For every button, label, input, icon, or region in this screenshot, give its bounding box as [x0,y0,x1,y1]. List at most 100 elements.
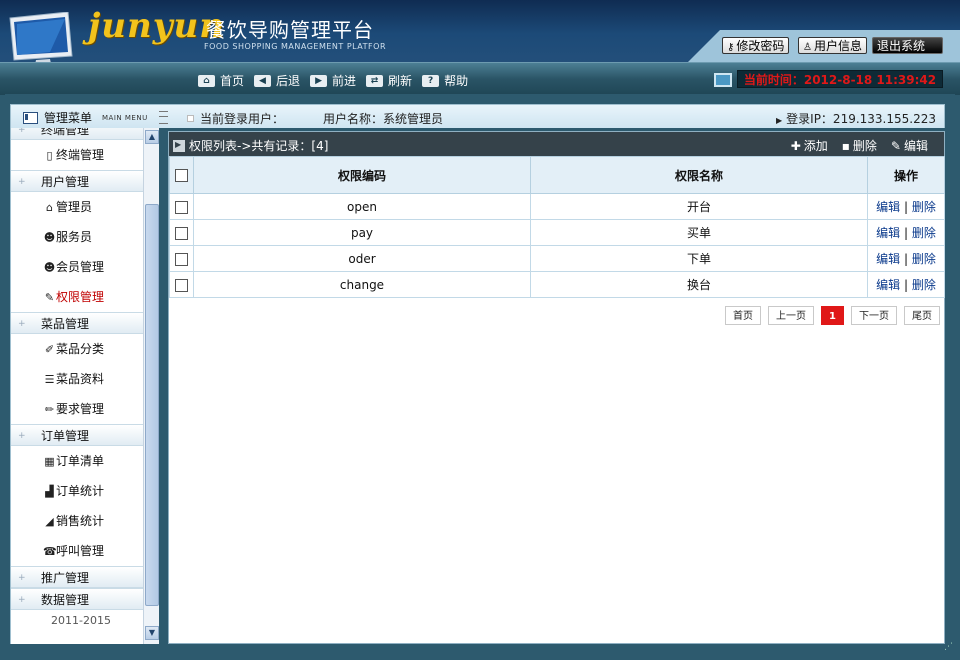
edit-button[interactable]: ✎ 编辑 [891,137,928,154]
nav-forward[interactable]: ▶ 前进 [310,72,356,89]
sidebar-group-terminal[interactable]: 终端管理 [11,128,143,141]
permission-code: oder [193,245,531,272]
tag-icon: ✐ [44,343,55,356]
key-icon: ⚷ [727,42,735,53]
sidebar-item-label: 订单清单 [56,454,105,468]
select-all-checkbox[interactable] [175,169,188,182]
sidebar-group-promotion[interactable]: 推广管理 [11,566,143,589]
row-delete-link[interactable]: 删除 [912,200,936,214]
permission-name: 买单 [530,219,868,246]
app-header: junyun 餐饮导购管理平台 FOOD SHOPPING MANAGEMENT… [0,0,960,62]
sidebar-item-admins[interactable]: ⌂ 管理员 [11,192,143,222]
sidebar-item-requirements[interactable]: ✏ 要求管理 [11,394,143,424]
scroll-up-icon[interactable]: ▲ [145,130,159,144]
row-checkbox[interactable] [175,226,188,240]
sidebar-group-dishes[interactable]: 菜品管理 [11,312,143,335]
play-icon [173,139,185,152]
row-checkbox[interactable] [175,252,188,266]
column-header[interactable]: 权限编码 [193,156,531,194]
row-edit-link[interactable]: 编辑 [876,200,900,214]
table-row: open 开台 编辑 | 删除 [169,193,945,220]
current-user: 当前登录用户： [187,110,284,127]
sidebar-scrollbar[interactable]: ▲ ▼ [143,128,159,644]
home-icon: ⌂ [46,201,53,214]
add-button[interactable]: ✚ 添加 [791,137,828,154]
refresh-icon: ⇄ [366,74,384,87]
sidebar-item-label: 要求管理 [56,402,105,416]
bullet-icon [187,115,194,122]
nav-home[interactable]: ⌂ 首页 [198,72,244,89]
resize-grip-icon[interactable]: ⋰ [944,642,954,652]
scroll-down-icon[interactable]: ▼ [145,626,159,640]
sidebar-item-permissions[interactable]: ✎ 权限管理 [11,282,143,312]
permission-name: 换台 [530,271,868,298]
sidebar-item-calls[interactable]: ☎呼叫管理 [11,536,143,566]
op-separator: | [903,200,909,214]
last-page-button[interactable]: 尾页 [904,306,940,325]
row-checkbox[interactable] [175,200,188,214]
nav-help[interactable]: ? 帮助 [422,72,468,89]
scrollbar-thumb[interactable] [145,204,159,606]
sidebar-item-members[interactable]: ☻会员管理 [11,252,143,282]
home-icon: ⌂ [198,74,215,87]
row-checkbox[interactable] [175,278,188,292]
first-page-button[interactable]: 首页 [725,306,762,325]
sidebar-item-terminal[interactable]: ▯ 终端管理 [11,140,143,170]
prev-page-button[interactable]: 上一页 [768,306,815,325]
permissions-table: 权限编码 权限名称 操作 open 开台 编辑 | 删除 pay 买单 编辑 |… [169,156,945,298]
delete-button[interactable]: ▪ 删除 [842,137,877,154]
row-edit-link[interactable]: 编辑 [876,226,900,240]
nav-back[interactable]: ◀ 后退 [254,72,300,89]
sidebar-item-dish-info[interactable]: ☰ 菜品资料 [11,364,143,394]
phone-icon: ☎ [43,545,57,558]
nav-bar: ⌂ 首页 ◀ 后退 ▶ 前进 ⇄ 刷新 ? 帮助 当前时间：2012-8-18 11:39… [0,62,960,95]
row-operations: 编辑 | 删除 [867,271,945,298]
row-edit-link[interactable]: 编辑 [876,278,900,292]
menu-title-label: 管理菜单 [44,111,93,125]
permission-code: change [193,271,531,298]
next-page-button[interactable]: 下一页 [851,306,897,325]
op-separator: | [903,226,909,240]
sidebar-item-order-stats[interactable]: ▟ 订单统计 [11,476,143,506]
screen-icon [714,73,732,87]
sidebar-item-label: 服务员 [56,230,93,244]
table-header-row: 权限编码 权限名称 操作 [169,156,945,194]
permission-name: 下单 [530,245,868,272]
sidebar-item-label: 终端管理 [56,148,105,162]
sidebar: 终端管理 ▯终端管理 用户管理 ⌂管理员 ☻服务员 ☻会员管理 ✎权限管理 菜品… [10,128,159,644]
row-delete-link[interactable]: 删除 [912,278,936,292]
logout-button[interactable]: 退出系统 [872,37,943,54]
login-ip: ▶ 登录IP：219.133.155.223 [776,110,936,127]
add-label: 添加 [803,139,828,153]
arrow-left-icon: ◀ [254,74,272,87]
edit-label: 编辑 [903,139,928,153]
sidebar-group-users[interactable]: 用户管理 [11,170,143,193]
change-password-button[interactable]: ⚷ 修改密码 [722,37,790,54]
pencil-icon: ✎ [890,138,901,153]
collapse-handle-icon[interactable] [159,111,168,124]
main-panel: 权限列表->共有记录：[4] ✚添加 ▪删除 ✎编辑 权限编码 权限名称 操作 … [168,131,945,644]
row-edit-link[interactable]: 编辑 [876,252,900,266]
nav-items: ⌂ 首页 ◀ 后退 ▶ 前进 ⇄ 刷新 ? 帮助 [198,72,468,89]
sidebar-item-order-list[interactable]: ▦订单清单 [11,446,143,476]
sidebar-item-sales-stats[interactable]: ◢ 销售统计 [11,506,143,536]
row-operations: 编辑 | 删除 [867,193,945,220]
current-time: 当前时间：2012-8-18 11:39:42 [737,70,943,88]
row-delete-link[interactable]: 删除 [912,252,936,266]
sidebar-item-label: 管理员 [56,200,93,214]
column-header[interactable]: 权限名称 [530,156,868,194]
sidebar-group-orders[interactable]: 订单管理 [11,424,143,447]
row-delete-link[interactable]: 删除 [912,226,936,240]
nav-refresh[interactable]: ⇄ 刷新 [366,72,412,89]
sidebar-item-waiters[interactable]: ☻服务员 [11,222,143,252]
copyright-years: 2011-2015 [51,614,111,627]
list-title-label: 权限列表->共有记录：[4] [189,139,329,153]
user-icon: ♙ [803,42,812,53]
current-page-button[interactable]: 1 [821,306,844,325]
list-title: 权限列表->共有记录：[4] [173,137,328,154]
sidebar-group-data[interactable]: 数据管理 [11,588,143,611]
calendar-icon: ▦ [44,455,55,468]
help-icon: ? [422,74,440,87]
user-info-button[interactable]: ♙ 用户信息 [798,37,867,54]
sidebar-item-dish-categories[interactable]: ✐ 菜品分类 [11,334,143,364]
